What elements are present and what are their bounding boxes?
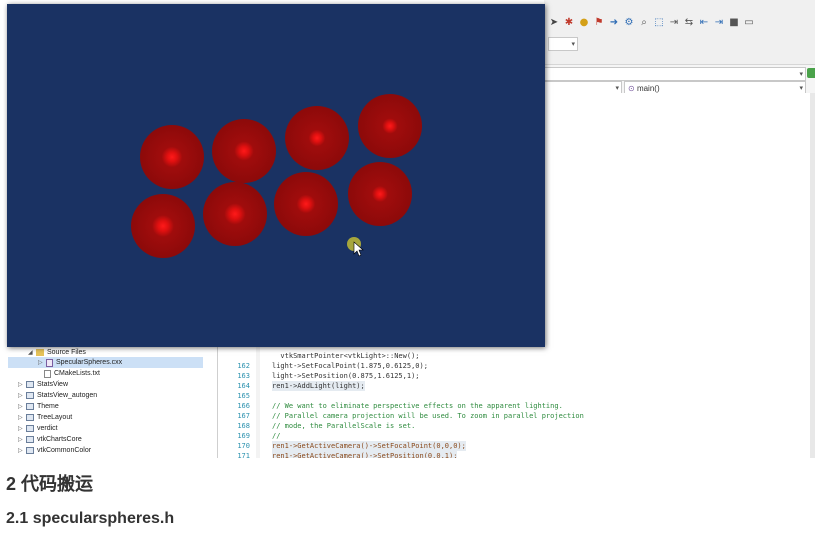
tree-item[interactable]: CMakeLists.txt [8, 368, 203, 379]
tree-item-label: CMakeLists.txt [54, 370, 100, 377]
tree-item[interactable]: ▷ vtkChartsCore [8, 434, 203, 445]
code-line: // We want to eliminate perspective effe… [272, 402, 563, 410]
sphere-7 [274, 172, 338, 236]
subsection-heading: 2.1 specularspheres.h [6, 510, 175, 527]
tree-item-label: vtkChartsCore [37, 436, 82, 443]
line-number: 165 [237, 392, 250, 400]
code-area[interactable]: vtkSmartPointer<vtkLight>::New();light->… [272, 347, 812, 458]
tree-item-label: TreeLayout [37, 414, 73, 421]
build-icon[interactable]: ✱ [563, 17, 575, 29]
expand-right-icon[interactable]: ▷ [18, 423, 26, 434]
code-line: light->SetFocalPoint(1.875,0.6125,0); [272, 362, 428, 370]
code-line: ren1->AddLight(light); [272, 381, 365, 391]
bookmark-next-icon[interactable]: ⇥ [713, 17, 725, 29]
expand-right-icon[interactable]: ▷ [18, 434, 26, 445]
code-margin [256, 347, 260, 458]
project-icon [26, 381, 34, 388]
tree-item-label: verdict [37, 425, 58, 432]
bookmark-prev-icon[interactable]: ⇤ [698, 17, 710, 29]
toolbar: ➤ ✱ ● ⚑ ➜ ⚙ ⌕ ⬚ ⇥ ⇆ ⇤ ⇥ ■ ▭ ▾ [544, 0, 815, 65]
tree-item[interactable]: ▷ StatsView [8, 379, 203, 390]
stop-icon[interactable]: ■ [728, 17, 740, 29]
window-icon[interactable]: ▭ [743, 17, 755, 29]
line-number: 167 [237, 412, 250, 420]
tree-item-label: StatsView_autogen [37, 392, 98, 399]
sphere-5 [131, 194, 195, 258]
project-icon [26, 414, 34, 421]
folder-icon [36, 349, 44, 356]
flag-icon[interactable]: ⚑ [593, 17, 605, 29]
tree-item[interactable]: ▷ verdict [8, 423, 203, 434]
line-number: 164 [237, 382, 250, 390]
line-number: 162 [237, 362, 250, 370]
sphere-4 [358, 94, 422, 158]
scope-dropdown[interactable]: ▾ [544, 67, 806, 81]
expand-right-icon[interactable]: ▷ [38, 357, 46, 368]
cursor-icon[interactable]: ➤ [548, 17, 560, 29]
sphere-render-canvas [131, 94, 422, 258]
expand-right-icon[interactable]: ▷ [18, 390, 26, 401]
code-line: // mode, the ParallelScale is set. [272, 422, 416, 430]
project-icon [26, 425, 34, 432]
tree-item-label: vtkCommonColor [37, 447, 92, 454]
indent-icon[interactable]: ⇥ [668, 17, 680, 29]
arrow-icon[interactable]: ➜ [608, 17, 620, 29]
code-line: // Parallel camera projection will be us… [272, 412, 584, 420]
line-number: 163 [237, 372, 250, 380]
expand-right-icon[interactable]: ▷ [18, 412, 26, 423]
solution-config-dropdown[interactable]: ▾ [548, 37, 578, 51]
sphere-6 [203, 182, 267, 246]
sphere-8 [348, 162, 412, 226]
bookmark-icon[interactable]: ⬚ [653, 17, 665, 29]
sphere-icon[interactable]: ● [578, 17, 590, 29]
line-number: 168 [237, 422, 250, 430]
tree-item[interactable]: ▷ Theme [8, 401, 203, 412]
visual-studio-ide: ➤ ✱ ● ⚑ ➜ ⚙ ⌕ ⬚ ⇥ ⇆ ⇤ ⇥ ■ ▭ ▾ ▾ ▾ ⊙ main() ▾ ◢ Source … [0, 0, 815, 458]
line-number-gutter: 162 163 164 165 166 167 168 169 170 171 [218, 347, 254, 458]
comment-icon[interactable]: ⇆ [683, 17, 695, 29]
section-heading: 2 代码搬运 [6, 474, 94, 494]
line-number: 171 [237, 452, 250, 458]
line-number: 169 [237, 432, 250, 440]
project-icon [26, 403, 34, 410]
tree-item[interactable]: ▷ vtkCommonColor [8, 445, 203, 456]
chevron-down-icon: ▾ [799, 71, 803, 78]
tree-item-label: StatsView [37, 381, 68, 388]
line-number: 170 [237, 442, 250, 450]
function-value: main() [636, 84, 660, 93]
tree-item[interactable]: ▷ SpecularSpheres.cxx [8, 357, 203, 368]
sphere-2 [212, 119, 276, 183]
tree-item-label: SpecularSpheres.cxx [56, 359, 123, 366]
debug-icon[interactable]: ⚙ [623, 17, 635, 29]
line-number: 166 [237, 402, 250, 410]
code-line: // [272, 432, 281, 440]
navigation-bar: ▾ ▾ ⊙ main() ▾ [544, 65, 815, 95]
tree-item-label: Theme [37, 403, 59, 410]
chevron-down-icon: ▾ [571, 41, 575, 48]
solution-explorer: ◢ Source Files ▷ SpecularSpheres.cxx CMakeLi… [0, 347, 218, 458]
code-line: light->SetPosition(0.875,1.6125,1); [272, 372, 420, 380]
find-icon[interactable]: ⌕ [638, 17, 650, 29]
sphere-1 [140, 125, 204, 189]
expand-right-icon[interactable]: ▷ [18, 401, 26, 412]
text-file-icon [44, 369, 51, 378]
project-icon [26, 447, 34, 454]
function-icon: ⊙ [628, 84, 635, 93]
code-line: ren1->GetActiveCamera()->SetFocalPoint(0… [272, 441, 466, 451]
tree-item[interactable]: ▷ StatsView_autogen [8, 390, 203, 401]
code-line: vtkSmartPointer<vtkLight>::New(); [272, 352, 420, 360]
toolbar-row: ➤ ✱ ● ⚑ ➜ ⚙ ⌕ ⬚ ⇥ ⇆ ⇤ ⇥ ■ ▭ [548, 14, 755, 32]
code-line: ren1->GetActiveCamera()->SetPosition(0,0… [272, 451, 458, 458]
cpp-file-icon [46, 358, 53, 367]
project-icon [26, 436, 34, 443]
sphere-3 [285, 106, 349, 170]
tree-item[interactable]: ▷ TreeLayout [8, 412, 203, 423]
go-icon[interactable] [807, 68, 815, 78]
expand-right-icon[interactable]: ▷ [18, 445, 26, 456]
project-icon [26, 392, 34, 399]
vtk-render-window[interactable] [7, 4, 545, 347]
expand-right-icon[interactable]: ▷ [18, 379, 26, 390]
